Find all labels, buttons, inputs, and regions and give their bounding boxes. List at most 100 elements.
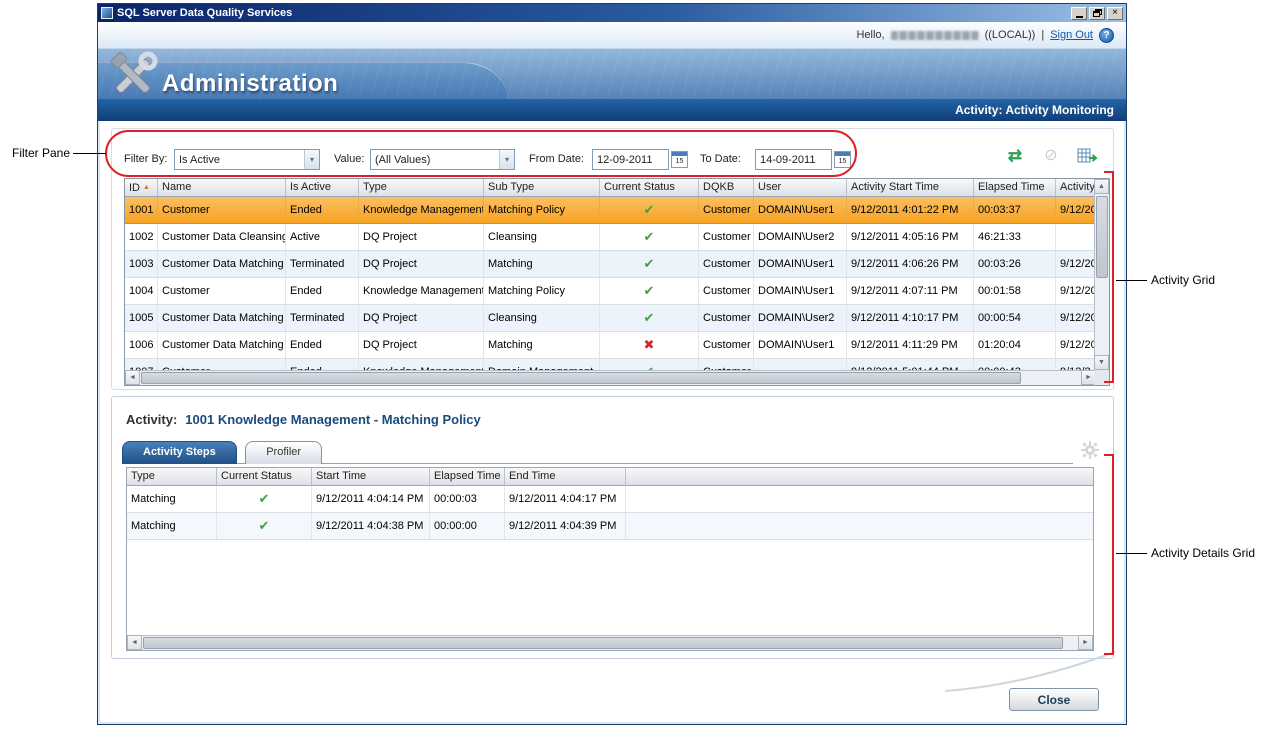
details-scroll-right-button[interactable]: ► bbox=[1078, 635, 1093, 650]
cell-start: 9/12/2011 4:10:17 PM bbox=[847, 305, 974, 331]
minimize-icon bbox=[1076, 16, 1083, 18]
status-ok-icon: ✔ bbox=[644, 202, 655, 217]
activity-grid-panel: Filter By: Is Active ▾ Value: (All Value… bbox=[111, 128, 1114, 390]
column-header-id[interactable]: ID▲ bbox=[125, 179, 158, 197]
tab-profiler[interactable]: Profiler bbox=[245, 441, 322, 464]
tab-activity-steps[interactable]: Activity Steps bbox=[122, 441, 237, 464]
cell-id: 1001 bbox=[125, 197, 158, 223]
scroll-up-button[interactable]: ▲ bbox=[1094, 179, 1109, 194]
details-column-header-filler bbox=[626, 468, 1093, 486]
to-calendar-icon[interactable]: 15 bbox=[834, 151, 851, 168]
column-header-current-status[interactable]: Current Status bbox=[600, 179, 699, 197]
terminate-icon: ⊘ bbox=[1044, 146, 1057, 166]
cell-sub_type: Cleansing bbox=[484, 305, 600, 331]
activity-row-1002[interactable]: 1002Customer Data CleansingActiveDQ Proj… bbox=[125, 224, 1096, 251]
cell-is_active: Active bbox=[286, 224, 359, 250]
activity-row-1003[interactable]: 1003Customer Data MatchingTerminatedDQ P… bbox=[125, 251, 1096, 278]
details-tabs: Activity Steps Profiler bbox=[122, 441, 1073, 464]
details-row-1[interactable]: Matching✔9/12/2011 4:04:14 PM00:00:039/1… bbox=[127, 486, 1093, 513]
activity-row-1004[interactable]: 1004CustomerEndedKnowledge ManagementMat… bbox=[125, 278, 1096, 305]
activity-row-1005[interactable]: 1005Customer Data MatchingTerminatedDQ P… bbox=[125, 305, 1096, 332]
scroll-down-button[interactable]: ▼ bbox=[1094, 355, 1109, 370]
scroll-left-button[interactable]: ◄ bbox=[125, 370, 140, 385]
column-header-user[interactable]: User bbox=[754, 179, 847, 197]
status-ok-icon: ✔ bbox=[644, 256, 655, 271]
cell-elapsed: 00:03:37 bbox=[974, 197, 1056, 223]
details-cell-type: Matching bbox=[127, 486, 217, 512]
cell-is_active: Terminated bbox=[286, 305, 359, 331]
filter-by-label: Filter By: bbox=[124, 153, 167, 165]
refresh-icon: ⇄ bbox=[1008, 146, 1022, 166]
export-button[interactable] bbox=[1076, 145, 1098, 167]
sort-indicator-icon: ▲ bbox=[143, 184, 150, 191]
status-ok-icon: ✔ bbox=[644, 283, 655, 298]
filter-by-select[interactable]: Is Active ▾ bbox=[174, 149, 320, 170]
annotation-details-grid-label: Activity Details Grid bbox=[1151, 546, 1255, 560]
details-horizontal-scrollbar[interactable]: ◄ ► bbox=[127, 635, 1093, 650]
to-date-input[interactable]: 14-09-2011 bbox=[755, 149, 832, 170]
vertical-scroll-thumb[interactable] bbox=[1096, 196, 1108, 278]
cell-dqkb: Customer bbox=[699, 197, 754, 223]
column-header-activity-start-time[interactable]: Activity Start Time bbox=[847, 179, 974, 197]
details-cell-end: 9/12/2011 4:04:17 PM bbox=[505, 486, 626, 512]
details-row-2[interactable]: Matching✔9/12/2011 4:04:38 PM00:00:009/1… bbox=[127, 513, 1093, 540]
column-header-is-active[interactable]: Is Active bbox=[286, 179, 359, 197]
from-date-input[interactable]: 12-09-2011 bbox=[592, 149, 669, 170]
annotation-activity-grid-label: Activity Grid bbox=[1151, 273, 1215, 287]
close-button[interactable]: Close bbox=[1009, 688, 1099, 711]
cell-name: Customer Data Cleansing bbox=[158, 224, 286, 250]
horizontal-scrollbar[interactable]: ◄ ► bbox=[125, 370, 1096, 385]
details-column-header-start-time[interactable]: Start Time bbox=[312, 468, 430, 486]
help-icon[interactable]: ? bbox=[1099, 28, 1114, 43]
activity-row-1001[interactable]: 1001CustomerEndedKnowledge ManagementMat… bbox=[125, 197, 1096, 224]
details-cell-filler bbox=[626, 513, 1093, 539]
details-column-header-type[interactable]: Type bbox=[127, 468, 217, 486]
from-date-label: From Date: bbox=[529, 153, 584, 165]
screenshot-canvas: SQL Server Data Quality Services × Hello… bbox=[0, 0, 1265, 730]
status-ok-icon: ✔ bbox=[259, 518, 270, 533]
status-ok-icon: ✔ bbox=[644, 310, 655, 325]
column-header-name[interactable]: Name bbox=[158, 179, 286, 197]
details-cell-elapsed: 00:00:03 bbox=[430, 486, 505, 512]
details-column-header-elapsed-time[interactable]: Elapsed Time bbox=[430, 468, 505, 486]
cell-sub_type: Cleansing bbox=[484, 224, 600, 250]
vertical-scrollbar[interactable]: ▲ ▼ bbox=[1094, 179, 1109, 370]
details-column-header-end-time[interactable]: End Time bbox=[505, 468, 626, 486]
sign-out-link[interactable]: Sign Out bbox=[1050, 29, 1093, 41]
chevron-down-icon: ▾ bbox=[499, 150, 514, 169]
cell-end: 9/12/20 bbox=[1056, 332, 1096, 358]
cell-user: DOMAIN\User1 bbox=[754, 278, 847, 304]
details-column-header-current-status[interactable]: Current Status bbox=[217, 468, 312, 486]
banner-strip: Activity: Activity Monitoring bbox=[98, 99, 1126, 121]
gear-icon[interactable] bbox=[1081, 441, 1099, 459]
details-cell-start: 9/12/2011 4:04:38 PM bbox=[312, 513, 430, 539]
redacted-username bbox=[891, 31, 979, 40]
column-header-type[interactable]: Type bbox=[359, 179, 484, 197]
activity-breadcrumb: Activity: Activity Monitoring bbox=[955, 103, 1114, 117]
cell-is_active: Ended bbox=[286, 278, 359, 304]
column-header-elapsed-time[interactable]: Elapsed Time bbox=[974, 179, 1056, 197]
value-select[interactable]: (All Values) ▾ bbox=[370, 149, 515, 170]
from-calendar-icon[interactable]: 15 bbox=[671, 151, 688, 168]
restore-button[interactable] bbox=[1089, 7, 1105, 20]
value-value: (All Values) bbox=[375, 154, 430, 166]
cell-name: Customer Data Matching bbox=[158, 251, 286, 277]
cell-type: Knowledge Management bbox=[359, 197, 484, 223]
details-scroll-left-button[interactable]: ◄ bbox=[127, 635, 142, 650]
cell-end bbox=[1056, 224, 1096, 250]
cell-type: DQ Project bbox=[359, 224, 484, 250]
refresh-button[interactable]: ⇄ bbox=[1004, 145, 1026, 167]
activity-row-1006[interactable]: 1006Customer Data MatchingEndedDQ Projec… bbox=[125, 332, 1096, 359]
horizontal-scroll-thumb[interactable] bbox=[141, 372, 1021, 384]
cell-is_active: Ended bbox=[286, 197, 359, 223]
cell-start: 9/12/2011 4:06:26 PM bbox=[847, 251, 974, 277]
column-header-dqkb[interactable]: DQKB bbox=[699, 179, 754, 197]
cell-user: DOMAIN\User1 bbox=[754, 332, 847, 358]
terminate-button-disabled[interactable]: ⊘ bbox=[1040, 145, 1062, 167]
close-window-button[interactable]: × bbox=[1107, 7, 1123, 20]
column-header-activity[interactable]: Activity bbox=[1056, 179, 1096, 197]
column-header-sub-type[interactable]: Sub Type bbox=[484, 179, 600, 197]
restore-icon bbox=[1093, 9, 1102, 17]
details-horizontal-scroll-thumb[interactable] bbox=[143, 637, 1063, 649]
minimize-button[interactable] bbox=[1071, 7, 1087, 20]
